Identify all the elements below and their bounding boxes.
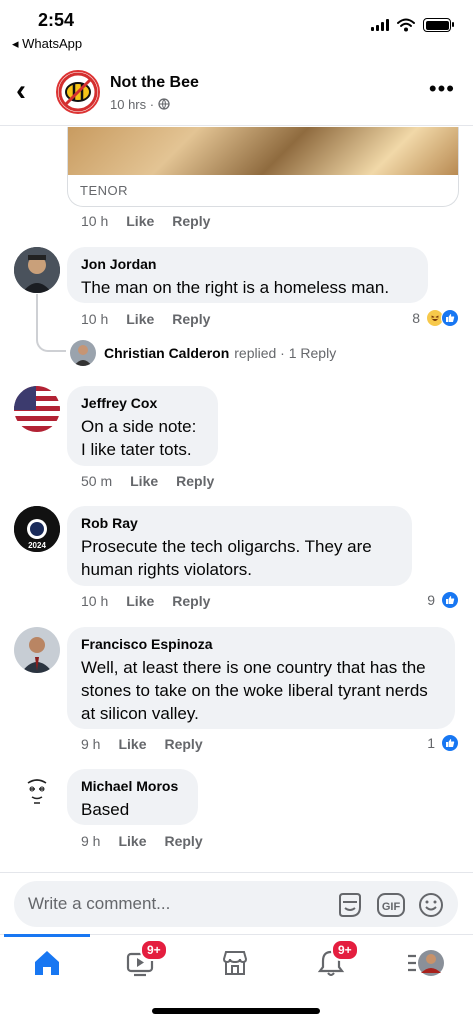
comment-time: 10 h <box>81 213 109 229</box>
reply-action: replied · 1 Reply <box>234 345 337 361</box>
home-tab[interactable] <box>27 943 67 983</box>
back-to-app-link[interactable]: ◂ WhatsApp <box>12 36 82 52</box>
avatar[interactable] <box>14 769 60 815</box>
comment-author[interactable]: Jeffrey Cox <box>81 395 204 411</box>
status-bar: 2:54 ◂ WhatsApp <box>0 0 473 56</box>
gif-icon-label: GIF <box>382 901 401 913</box>
globe-icon <box>158 98 170 110</box>
watch-tab[interactable]: 9+ <box>120 939 168 983</box>
chevron-left-icon[interactable]: ‹ <box>16 76 26 106</box>
comment-placeholder: Write a comment... <box>28 894 171 913</box>
comment-time: 10 h <box>81 593 109 609</box>
avatar <box>70 340 96 366</box>
notification-badge: 9+ <box>331 939 359 961</box>
gif-source-label: TENOR <box>80 183 128 198</box>
avatar[interactable]: 2024 <box>14 506 60 552</box>
reply-button[interactable]: Reply <box>176 473 214 489</box>
reaction-count: 9 <box>427 592 435 608</box>
cellular-signal-icon <box>371 19 389 31</box>
page-avatar[interactable] <box>56 70 100 114</box>
emoji-icon[interactable] <box>418 892 444 918</box>
menu-tab[interactable] <box>406 943 446 983</box>
menu-profile-icon <box>408 950 444 976</box>
marketplace-tab[interactable] <box>215 943 255 983</box>
page-title[interactable]: Not the Bee <box>110 74 199 92</box>
reaction-summary[interactable]: 9 <box>427 591 459 609</box>
reply-button[interactable]: Reply <box>172 311 210 327</box>
comment-actions: 10 h Like Reply <box>81 311 210 327</box>
post-header: ‹ Not the Bee 10 hrs · ••• <box>0 60 473 126</box>
comment-author[interactable]: Rob Ray <box>81 515 398 531</box>
bottom-navigation: 9+ 9+ <box>0 934 473 994</box>
post-timestamp: 10 hrs · <box>110 97 170 112</box>
avatar[interactable] <box>14 627 60 673</box>
comment-author[interactable]: Michael Moros <box>81 778 184 794</box>
reaction-count: 8 <box>412 310 420 326</box>
like-button[interactable]: Like <box>118 736 146 752</box>
gif-attachment[interactable]: TENOR <box>67 127 459 207</box>
comment-bubble[interactable]: Jon Jordan The man on the right is a hom… <box>67 247 428 303</box>
reply-author[interactable]: Christian Calderon <box>104 345 229 361</box>
like-button[interactable]: Like <box>118 833 146 849</box>
shop-icon <box>222 951 248 975</box>
comment-input[interactable]: Write a comment... GIF <box>14 881 458 927</box>
active-tab-indicator <box>4 934 90 937</box>
comment-composer: Write a comment... GIF <box>0 872 473 936</box>
reaction-summary[interactable]: 8 <box>412 309 459 327</box>
comment-author[interactable]: Jon Jordan <box>81 256 414 272</box>
reply-button[interactable]: Reply <box>172 213 210 229</box>
gif-image <box>68 127 458 175</box>
notifications-tab[interactable]: 9+ <box>311 939 359 983</box>
home-icon <box>35 951 59 975</box>
comment-time: 9 h <box>81 833 101 849</box>
battery-icon <box>423 18 454 32</box>
comment-text: On a side note: I like tater tots. <box>81 417 197 459</box>
home-indicator <box>152 1008 320 1014</box>
like-reaction-icon <box>441 309 459 327</box>
comment-text: Well, at least there is one country that… <box>81 658 428 723</box>
reply-thread-preview[interactable]: Christian Calderon replied · 1 Reply <box>70 340 336 366</box>
reply-button[interactable]: Reply <box>172 593 210 609</box>
gif-icon[interactable]: GIF <box>376 892 406 918</box>
comment-actions: 9 h Like Reply <box>81 736 203 752</box>
comment-bubble[interactable]: Michael Moros Based <box>67 769 198 825</box>
sticker-icon[interactable] <box>336 891 364 919</box>
svg-text:2024: 2024 <box>28 541 46 550</box>
like-button[interactable]: Like <box>130 473 158 489</box>
comment-bubble[interactable]: Jeffrey Cox On a side note: I like tater… <box>67 386 218 466</box>
like-button[interactable]: Like <box>126 311 154 327</box>
reaction-count: 1 <box>427 735 435 751</box>
comment-author[interactable]: Francisco Espinoza <box>81 636 441 652</box>
comment-bubble[interactable]: Rob Ray Prosecute the tech oligarchs. Th… <box>67 506 412 586</box>
comment-actions: 10 h Like Reply <box>81 593 210 609</box>
comment-actions: 50 m Like Reply <box>81 473 214 489</box>
comments-feed[interactable]: TENOR 10 h Like Reply Jon Jordan The man… <box>0 127 473 865</box>
status-time: 2:54 <box>38 10 75 30</box>
notification-badge: 9+ <box>140 939 168 961</box>
avatar[interactable] <box>14 247 60 293</box>
reaction-summary[interactable]: 1 <box>427 734 459 752</box>
like-reaction-icon <box>441 591 459 609</box>
thread-connector <box>36 294 66 352</box>
reply-button[interactable]: Reply <box>164 833 202 849</box>
avatar[interactable] <box>14 386 60 432</box>
comment-time: 9 h <box>81 736 101 752</box>
comment-text: The man on the right is a homeless man. <box>81 278 390 297</box>
reply-button[interactable]: Reply <box>164 736 202 752</box>
more-dots-icon[interactable]: ••• <box>429 76 455 102</box>
like-button[interactable]: Like <box>126 593 154 609</box>
wifi-icon <box>397 18 415 32</box>
like-button[interactable]: Like <box>126 213 154 229</box>
like-reaction-icon <box>441 734 459 752</box>
comment-actions: 9 h Like Reply <box>81 833 203 849</box>
comment-text: Prosecute the tech oligarchs. They are h… <box>81 537 372 579</box>
comment-time: 10 h <box>81 311 109 327</box>
comment-text: Based <box>81 800 130 819</box>
comment-time: 50 m <box>81 473 113 489</box>
comment-bubble[interactable]: Francisco Espinoza Well, at least there … <box>67 627 455 729</box>
comment-actions: 10 h Like Reply <box>81 213 210 229</box>
